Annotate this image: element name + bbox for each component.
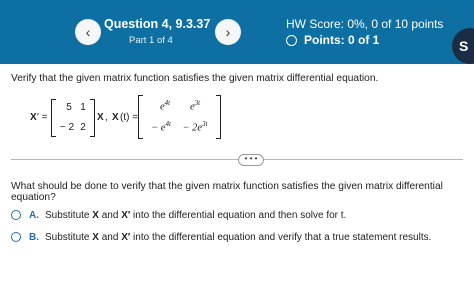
option-a[interactable]: A. Substitute X and X′ into the differen…	[11, 208, 346, 222]
matrix-x-right-bracket	[216, 95, 221, 139]
x-t-symbol: X	[112, 112, 119, 123]
matrix-a-right-bracket	[90, 99, 95, 137]
matrix-a-cell: − 2	[59, 122, 75, 133]
x-t-suffix: (t) =	[120, 112, 139, 123]
user-avatar[interactable]: S	[452, 28, 474, 64]
x-prime-symbol: X	[30, 112, 37, 123]
previous-question-button[interactable]: ‹	[75, 19, 101, 45]
part-label: Part 1 of 4	[129, 35, 173, 46]
radio-button-b[interactable]	[11, 232, 21, 242]
equation-block: X ′ = 5 1 − 2 2 X , X (t) = e4t e3t − e4…	[9, 95, 259, 141]
top-bar: ‹ Question 4, 9.3.37 Part 1 of 4 › HW Sc…	[0, 0, 474, 64]
question-text: What should be done to verify that the g…	[11, 181, 443, 203]
section-divider	[11, 159, 463, 160]
expand-more-button[interactable]: • • •	[238, 154, 264, 166]
radio-button-a[interactable]	[11, 210, 21, 220]
comma: ,	[105, 112, 108, 123]
chevron-right-icon: ›	[225, 24, 231, 40]
matrix-a-cell: 2	[80, 122, 86, 133]
chevron-left-icon: ‹	[85, 24, 91, 40]
question-title: Question 4, 9.3.37	[104, 17, 211, 31]
option-b-text: Substitute X and X′ into the differentia…	[45, 231, 432, 243]
next-question-button[interactable]: ›	[215, 19, 241, 45]
instruction-text: Verify that the given matrix function sa…	[11, 73, 379, 84]
matrix-a-cell: 1	[80, 102, 86, 113]
points-row: Points: 0 of 1	[286, 33, 379, 47]
prime-equals: ′ =	[37, 112, 48, 123]
option-b[interactable]: B. Substitute X and X′ into the differen…	[11, 230, 431, 244]
circle-icon	[286, 34, 297, 46]
matrix-x-cell-r1c2: e3t	[189, 99, 201, 113]
hw-score: HW Score: 0%, 0 of 10 points	[286, 17, 444, 31]
option-b-letter: B.	[29, 231, 39, 243]
points-label: Points: 0 of 1	[304, 33, 380, 47]
option-a-letter: A.	[29, 209, 39, 221]
option-a-text: Substitute X and X′ into the differentia…	[45, 209, 347, 221]
matrix-x-cell-r2c2: − 2e3t	[182, 120, 208, 134]
matrix-x-cell-r2c1: − e4t	[151, 120, 171, 134]
x-symbol: X	[97, 112, 104, 123]
